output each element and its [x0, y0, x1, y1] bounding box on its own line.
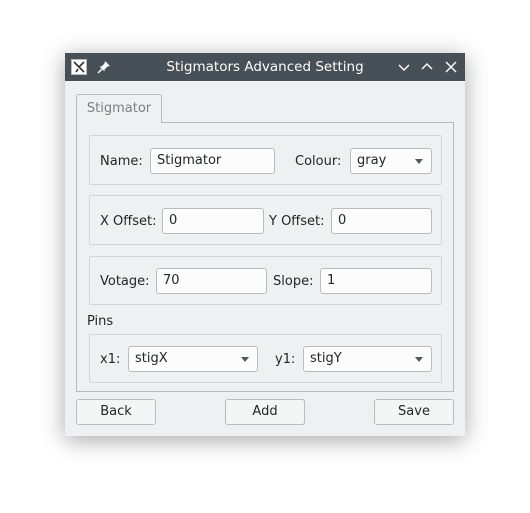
maximize-icon[interactable]	[418, 58, 436, 76]
title-bar[interactable]: Stigmators Advanced Setting	[65, 53, 465, 81]
chevron-down-icon	[415, 159, 423, 164]
tab-stigmator[interactable]: Stigmator	[76, 94, 162, 123]
pin-icon[interactable]	[95, 58, 113, 76]
window-title: Stigmators Advanced Setting	[166, 59, 364, 75]
x1-select-value: stigX	[135, 351, 168, 366]
app-icon[interactable]	[71, 59, 87, 75]
y1-select-value: stigY	[310, 351, 342, 366]
chevron-down-icon	[241, 357, 249, 362]
voltage-slope-group: Votage: 70 Slope: 1	[89, 256, 442, 305]
y-offset-label: Y Offset:	[269, 214, 325, 229]
y1-select[interactable]: stigY	[303, 346, 432, 372]
back-button[interactable]: Back	[76, 399, 156, 425]
colour-label: Colour:	[295, 154, 342, 169]
colour-select-value: gray	[357, 153, 387, 168]
name-colour-group: Name: Stigmator Colour: gray	[89, 135, 442, 185]
name-input[interactable]: Stigmator	[150, 148, 275, 174]
y1-label: y1:	[275, 352, 296, 367]
x1-select[interactable]: stigX	[128, 346, 258, 372]
name-label: Name:	[100, 154, 143, 169]
x-offset-label: X Offset:	[100, 214, 157, 229]
save-button[interactable]: Save	[374, 399, 454, 425]
voltage-label: Votage:	[100, 274, 150, 289]
close-icon[interactable]	[442, 58, 460, 76]
colour-select[interactable]: gray	[350, 148, 432, 174]
dialog-window: Stigmators Advanced Setting Stigmator Na…	[65, 53, 465, 436]
y-offset-input[interactable]: 0	[331, 208, 432, 234]
x-offset-input[interactable]: 0	[162, 208, 264, 234]
slope-input[interactable]: 1	[320, 268, 432, 294]
chevron-down-icon	[415, 357, 423, 362]
pins-group: x1: stigX y1: stigY	[89, 334, 442, 383]
x1-label: x1:	[100, 352, 121, 367]
tab-panel: Name: Stigmator Colour: gray X Offset: 0…	[76, 122, 454, 392]
minimize-icon[interactable]	[395, 58, 413, 76]
offset-group: X Offset: 0 Y Offset: 0	[89, 195, 442, 245]
slope-label: Slope:	[273, 274, 314, 289]
pins-label: Pins	[87, 314, 114, 329]
voltage-input[interactable]: 70	[156, 268, 267, 294]
add-button[interactable]: Add	[225, 399, 305, 425]
